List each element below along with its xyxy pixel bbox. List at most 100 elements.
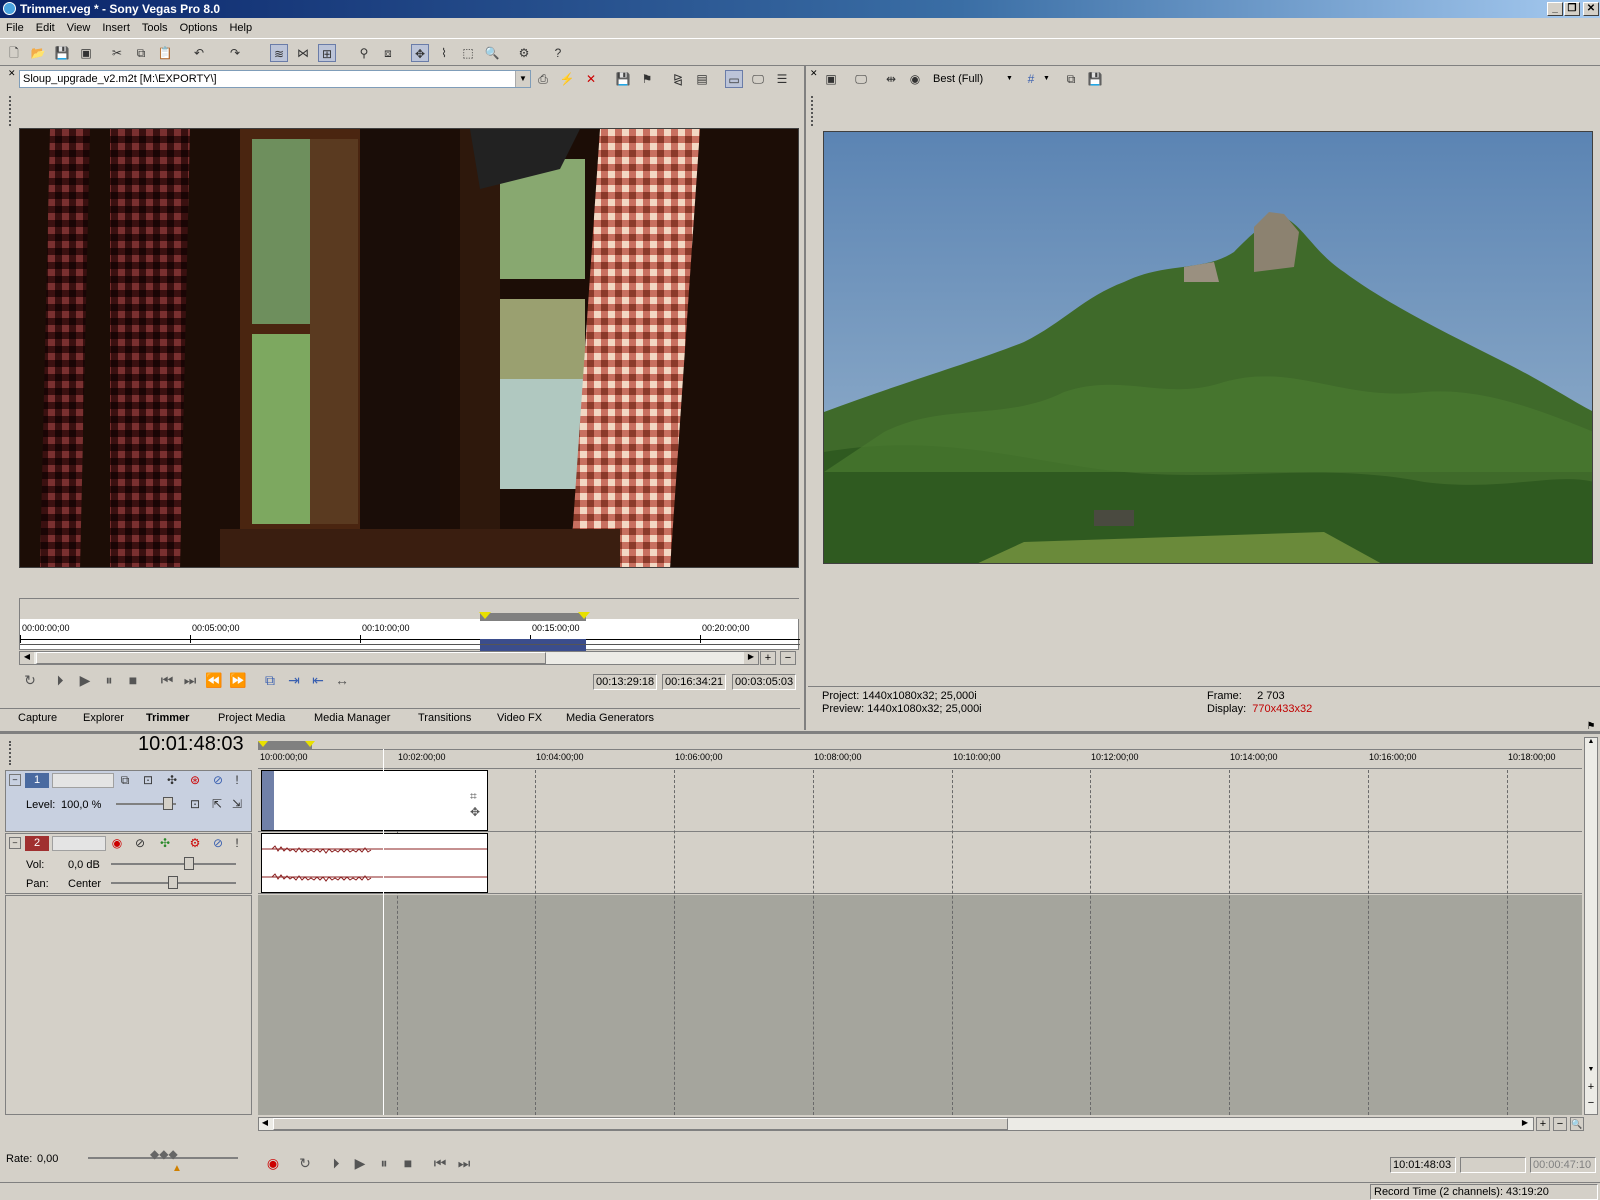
timeline-horizontal-scrollbar[interactable]: ◀ ▶ [258,1117,1534,1131]
dock-grip[interactable] [9,741,12,765]
media-fx-icon[interactable]: ⚡ [558,70,576,88]
fit-to-fill-icon[interactable]: ↔ [332,672,352,688]
audio-event[interactable] [261,833,488,893]
marker-flag-icon[interactable]: ⚑ [1584,721,1598,735]
track-fx-icon[interactable]: ✣ [156,834,174,852]
save-snapshot-icon[interactable]: 💾 [1086,70,1104,88]
envelope-tool-icon[interactable]: ⌇ [435,44,453,62]
menu-file[interactable]: File [0,22,30,34]
mute-icon[interactable]: ⊘ [209,834,227,852]
restore-button[interactable]: ❐ [1564,2,1580,16]
overlays-icon[interactable]: # [1022,70,1040,88]
close-button[interactable]: ✕ [1583,2,1599,16]
menu-insert[interactable]: Insert [96,22,136,34]
add-after-cursor-icon[interactable]: ⇥ [284,672,304,689]
loop-start-marker[interactable] [258,741,268,747]
monitor-icon[interactable]: 🖵 [749,70,767,88]
minimize-button[interactable]: _ [1547,2,1563,16]
panel-splitter[interactable] [804,66,806,730]
track-list-empty[interactable] [5,895,252,1115]
out-point-marker[interactable] [578,612,590,619]
add-media-icon[interactable]: ⎙ [534,70,552,88]
zoom-in-icon[interactable]: + [1585,1082,1597,1094]
solo-icon[interactable]: ! [228,834,246,852]
menu-view[interactable]: View [61,22,97,34]
in-point-marker[interactable] [479,612,491,619]
position-timecode[interactable]: 10:01:48:03 [1390,1157,1456,1173]
vol-slider-thumb[interactable] [184,857,194,870]
loop-end-marker[interactable] [305,741,315,747]
split-screen-icon[interactable]: ⇹ [882,70,900,88]
vol-slider-track[interactable] [111,863,236,865]
lock-envelopes-icon[interactable]: ⚲ [355,44,373,62]
save-icon[interactable]: 💾 [53,44,71,62]
dock-grip[interactable] [811,96,814,126]
parent-composite-icon[interactable]: ⊡ [186,795,204,813]
snap-icon[interactable]: ⊞ [318,44,336,62]
undo-icon[interactable]: ↶ [190,44,208,62]
fast-forward-icon[interactable]: ⏩ [228,672,248,689]
chevron-down-icon[interactable]: ▼ [1043,75,1050,82]
timeline-ruler[interactable]: 10:00:00;00 10:02:00;00 10:04:00;00 10:0… [258,749,1582,769]
track-motion-icon[interactable]: ⊡ [139,771,157,789]
automation-settings-icon[interactable]: ⚙ [186,834,204,852]
preview-properties-icon[interactable]: ▣ [822,70,840,88]
redo-icon[interactable]: ↷ [226,44,244,62]
scroll-left-icon[interactable]: ◀ [20,652,34,664]
dock-grip[interactable] [9,96,12,126]
scroll-down-icon[interactable]: ▼ [1585,1066,1597,1078]
menu-options[interactable]: Options [174,22,224,34]
selection-tool-icon[interactable]: ⬚ [459,44,477,62]
selection-length-timecode[interactable]: 00:00:47:10 [1530,1157,1596,1173]
scroll-left-icon[interactable]: ◀ [259,1118,271,1130]
enable-snapping-icon[interactable]: ⚙ [515,44,533,62]
tab-capture[interactable]: Capture [10,709,65,727]
make-compositing-child-icon[interactable]: ⇱ [208,795,226,813]
scroll-right-icon[interactable]: ▶ [1519,1118,1531,1130]
pan-icon[interactable]: ✥ [470,805,480,819]
pan-slider-thumb[interactable] [168,876,178,889]
play-from-start-icon[interactable]: ⏵ [50,672,70,689]
paste-icon[interactable]: 📋 [156,44,174,62]
play-icon[interactable]: ▶ [75,672,95,689]
external-monitor-icon[interactable]: 🖵 [852,70,870,88]
ignore-grouping-icon[interactable]: ⧈ [379,44,397,62]
video-track-header[interactable]: – 1 ⧉ ⊡ ✣ ⊛ ⊘ ! Level: 100,0 % ⊡ ⇱ ⇲ [5,770,252,832]
auto-ripple-icon[interactable]: ≋ [270,44,288,62]
play-from-start-icon[interactable]: ⏵ [326,1155,346,1172]
go-to-end-icon[interactable]: ⏭ [454,1155,474,1172]
stop-icon[interactable]: ■ [398,1155,418,1171]
trimmer-in-timecode[interactable]: 00:13:29:18 [593,674,658,690]
cut-icon[interactable]: ✂ [108,44,126,62]
menu-help[interactable]: Help [223,22,258,34]
pause-icon[interactable]: ⏸ [374,1155,394,1172]
properties-icon[interactable]: ▣ [77,44,95,62]
level-slider-thumb[interactable] [163,797,173,810]
trimmer-scroll-thumb[interactable] [36,652,546,664]
tab-explorer[interactable]: Explorer [75,709,132,727]
add-to-timeline-icon[interactable]: ⧉ [260,672,280,689]
audio-track-header[interactable]: – 2 ◉ ⊘ ✣ ⚙ ⊘ ! Vol: 0,0 dB Pan: Center [5,833,252,894]
tab-video-fx[interactable]: Video FX [489,709,550,727]
zoom-tool-icon[interactable]: 🔍 [483,44,501,62]
trimmer-file-combo[interactable]: Sloup_upgrade_v2.m2t [M:\EXPORTY\] [19,70,531,88]
new-icon[interactable]: 🗋 [5,44,23,62]
stop-icon[interactable]: ■ [123,672,143,688]
zoom-out-icon[interactable]: − [1585,1098,1597,1110]
trimmer-scrollbar[interactable]: ◀ ▶ [19,651,759,665]
marker-bar[interactable] [258,735,1582,749]
arm-record-icon[interactable]: ◉ [108,834,126,852]
play-icon[interactable]: ▶ [350,1155,370,1172]
loop-playback-icon[interactable]: ↻ [20,672,40,689]
go-to-start-icon[interactable]: ⏮ [430,1155,450,1172]
pause-icon[interactable]: ⏸ [99,672,119,689]
trimmer-selection-bar[interactable] [480,613,586,621]
minimize-track-icon[interactable]: – [9,774,21,786]
make-compositing-parent-icon[interactable]: ⇲ [228,795,246,813]
trimmer-out-timecode[interactable]: 00:16:34:21 [662,674,727,690]
tab-media-manager[interactable]: Media Manager [306,709,398,727]
normal-edit-tool-icon[interactable]: ✥ [411,44,429,62]
arm-record-icon[interactable]: ⊛ [186,771,204,789]
track-fx-icon[interactable]: ✣ [163,771,181,789]
video-view-icon[interactable]: ▭ [725,70,743,88]
